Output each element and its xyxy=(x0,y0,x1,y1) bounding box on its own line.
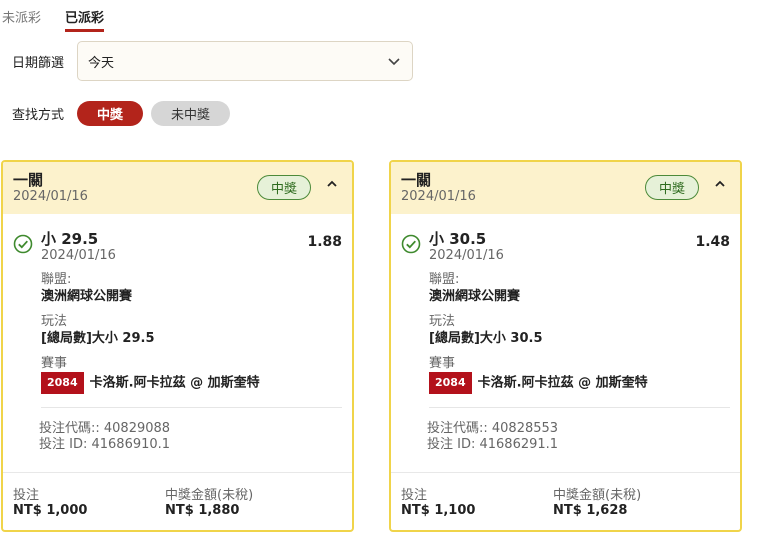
check-circle-icon xyxy=(13,234,33,254)
date-filter-select[interactable]: 今天 xyxy=(77,41,413,81)
bet-card-body: 小 29.5 2024/01/16 1.88 聯盟: 澳洲網球公開賽 玩法 [總… xyxy=(3,214,352,453)
bet-card-footer: 投注 NT$ 1,000 中獎金額(未稅) NT$ 1,880 xyxy=(3,472,352,530)
bet-card-header[interactable]: 一關 2024/01/16 中獎 xyxy=(391,162,740,214)
bet-meta: 投注代碼:: 40829088 投注 ID: 41686910.1 xyxy=(39,421,342,453)
league-field: 聯盟: 澳洲網球公開賽 xyxy=(41,272,342,306)
payout-value: NT$ 1,880 xyxy=(165,503,240,518)
divider xyxy=(41,407,342,408)
bet-card-header[interactable]: 一關 2024/01/16 中獎 xyxy=(3,162,352,214)
event-value: 2084 卡洛斯.阿卡拉茲 @ 加斯奎特 xyxy=(429,372,730,394)
win-filter-button[interactable]: 中獎 xyxy=(77,101,144,126)
tab-settled[interactable]: 已派彩 xyxy=(65,0,105,32)
selection: 小 30.5 2024/01/16 xyxy=(429,230,730,264)
check-circle-icon xyxy=(401,234,421,254)
stake-label: 投注 xyxy=(13,488,40,503)
bet-code: 投注代碼:: 40828553 xyxy=(427,421,559,436)
stake-label: 投注 xyxy=(401,488,428,503)
date-filter-value: 今天 xyxy=(88,55,115,71)
lose-filter-button[interactable]: 未中獎 xyxy=(151,101,231,126)
selection-pick: 小 29.5 xyxy=(41,230,99,248)
selection-date: 2024/01/16 xyxy=(41,248,116,263)
odds-value: 1.88 xyxy=(307,234,342,250)
bet-id: 投注 ID: 41686291.1 xyxy=(427,437,559,452)
chevron-up-icon[interactable] xyxy=(714,178,726,190)
payout-label: 中獎金額(未稅) xyxy=(165,488,254,503)
tab-unsettled[interactable]: 未派彩 xyxy=(2,0,41,32)
league-label: 聯盟: xyxy=(41,272,72,287)
stake-value: NT$ 1,100 xyxy=(401,503,476,518)
selection-pick: 小 30.5 xyxy=(429,230,487,248)
status-badge: 中獎 xyxy=(644,175,699,200)
search-mode-row: 查找方式 中獎 未中獎 xyxy=(12,101,238,126)
bet-id: 投注 ID: 41686910.1 xyxy=(39,437,171,452)
payout-label: 中獎金額(未稅) xyxy=(553,488,642,503)
event-field: 賽事 2084 卡洛斯.阿卡拉茲 @ 加斯奎特 xyxy=(41,356,342,394)
play-label: 玩法 xyxy=(429,314,456,329)
bet-card: 一關 2024/01/16 中獎 小 29.5 2024/01/16 1.88 … xyxy=(1,160,354,532)
play-field: 玩法 [總局數]大小 30.5 xyxy=(429,314,730,348)
bet-meta: 投注代碼:: 40828553 投注 ID: 41686291.1 xyxy=(427,421,730,453)
play-label: 玩法 xyxy=(41,314,68,329)
status-badge: 中獎 xyxy=(256,175,311,200)
event-code: 2084 xyxy=(41,372,84,394)
bet-card-footer: 投注 NT$ 1,100 中獎金額(未稅) NT$ 1,628 xyxy=(391,472,740,530)
league-label: 聯盟: xyxy=(429,272,460,287)
play-value: [總局數]大小 29.5 xyxy=(41,331,155,346)
selection: 小 29.5 2024/01/16 xyxy=(41,230,342,264)
event-name: 卡洛斯.阿卡拉茲 @ 加斯奎特 xyxy=(477,375,648,391)
date-filter-row: 日期篩選 今天 xyxy=(12,41,413,81)
stake-value: NT$ 1,000 xyxy=(13,503,88,518)
search-mode-label: 查找方式 xyxy=(12,108,65,123)
divider xyxy=(429,407,730,408)
league-field: 聯盟: 澳洲網球公開賽 xyxy=(429,272,730,306)
event-value: 2084 卡洛斯.阿卡拉茲 @ 加斯奎特 xyxy=(41,372,342,394)
play-value: [總局數]大小 30.5 xyxy=(429,331,543,346)
play-field: 玩法 [總局數]大小 29.5 xyxy=(41,314,342,348)
league-value: 澳洲網球公開賽 xyxy=(41,289,133,304)
selection-date: 2024/01/16 xyxy=(429,248,504,263)
payout-value: NT$ 1,628 xyxy=(553,503,628,518)
event-field: 賽事 2084 卡洛斯.阿卡拉茲 @ 加斯奎特 xyxy=(429,356,730,394)
tab-bar: 未派彩 已派彩 xyxy=(0,0,128,32)
date-filter-label: 日期篩選 xyxy=(12,55,65,71)
event-code: 2084 xyxy=(429,372,472,394)
chevron-down-icon xyxy=(388,58,400,66)
chevron-up-icon[interactable] xyxy=(326,178,338,190)
bet-card: 一關 2024/01/16 中獎 小 30.5 2024/01/16 1.48 … xyxy=(389,160,742,532)
event-name: 卡洛斯.阿卡拉茲 @ 加斯奎特 xyxy=(89,375,260,391)
league-value: 澳洲網球公開賽 xyxy=(429,289,521,304)
odds-value: 1.48 xyxy=(695,234,730,250)
event-label: 賽事 xyxy=(41,356,68,371)
event-label: 賽事 xyxy=(429,356,456,371)
bet-code: 投注代碼:: 40829088 xyxy=(39,421,171,436)
bet-card-body: 小 30.5 2024/01/16 1.48 聯盟: 澳洲網球公開賽 玩法 [總… xyxy=(391,214,740,453)
